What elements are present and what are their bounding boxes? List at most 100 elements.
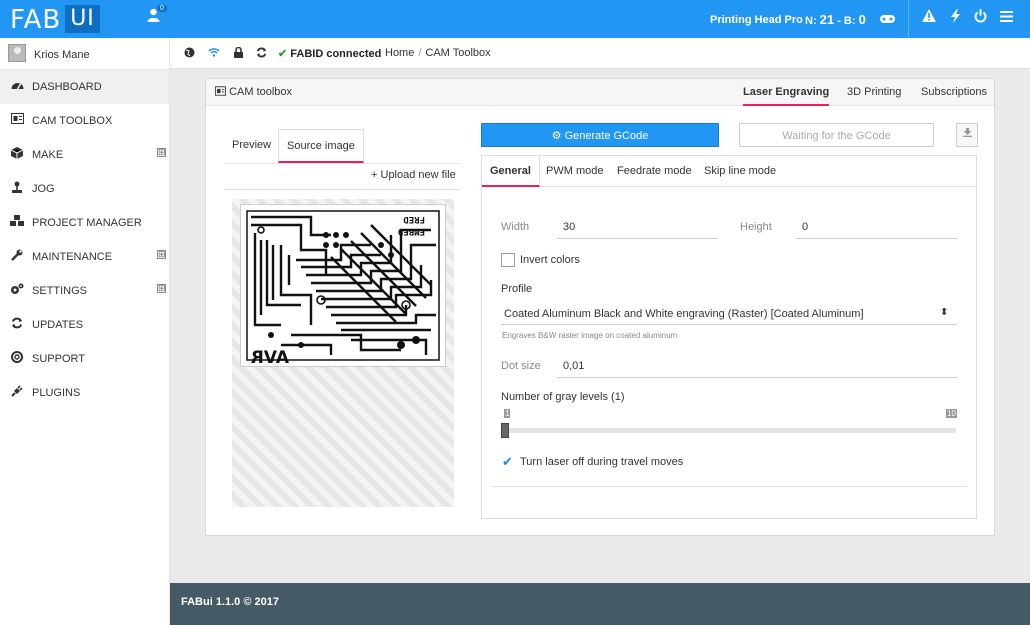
slider-max-label: 10: [946, 409, 957, 418]
lifebuoy-icon: [10, 351, 24, 366]
expand-icon[interactable]: ⊞: [157, 148, 166, 157]
user-profile[interactable]: Krios Mane: [0, 38, 169, 70]
laser-off-label[interactable]: Turn laser off during travel moves: [520, 456, 683, 468]
plus-icon: +: [371, 169, 378, 181]
cam-toolbox-panel: CAM toolbox Laser Engraving 3D Printing …: [205, 78, 995, 536]
cam-toolbox-icon: [215, 86, 226, 96]
joystick-icon: [10, 181, 24, 196]
sidebar-item-support[interactable]: SUPPORT: [0, 342, 169, 376]
gamepad-icon[interactable]: [880, 11, 895, 28]
sidebar-item-label: MAKE: [32, 149, 64, 161]
footer-text: FABui 1.1.0 © 2017: [181, 596, 279, 608]
source-image-area: FRED EMBED AVR: [232, 199, 454, 507]
height-input[interactable]: 0: [802, 221, 808, 233]
sidebar-item-plugins[interactable]: PLUGINS: [0, 376, 169, 410]
sidebar-item-dashboard[interactable]: DASHBOARD: [0, 70, 169, 104]
sidebar-item-make[interactable]: MAKE ⊞: [0, 138, 169, 172]
select-arrows-icon[interactable]: ⬍: [940, 307, 948, 318]
menu-hamburger-icon[interactable]: [1000, 9, 1013, 26]
gray-levels-slider[interactable]: [501, 428, 956, 433]
warning-icon[interactable]: [922, 9, 936, 26]
tab-general[interactable]: General: [482, 156, 540, 187]
slider-min-label: 1: [504, 409, 511, 418]
image-tabs: Preview Source image: [224, 129, 460, 164]
user-name: Krios Mane: [34, 49, 90, 61]
tab-subscriptions[interactable]: Subscriptions: [921, 86, 987, 98]
invert-colors-label[interactable]: Invert colors: [520, 254, 580, 266]
installed-head-name[interactable]: Printing Head Pro: [710, 14, 803, 26]
settings-box: General PWM mode Feedrate mode Skip line…: [481, 155, 977, 519]
svg-text:AVR: AVR: [251, 348, 289, 366]
profile-underline: [501, 324, 957, 325]
profile-hint: Engraves B&W raster image on coated alum…: [502, 331, 678, 340]
height-label: Height: [740, 221, 772, 233]
footer: FABui 1.1.0 © 2017: [170, 583, 1030, 625]
refresh-icon[interactable]: [256, 47, 267, 61]
wifi-icon[interactable]: [208, 47, 220, 60]
sidebar-item-updates[interactable]: UPDATES: [0, 308, 169, 342]
dashboard-icon: [10, 79, 24, 93]
profile-select[interactable]: Coated Aluminum Black and White engravin…: [504, 308, 864, 320]
sidebar-item-label: JOG: [32, 183, 55, 195]
sidebar-item-project-manager[interactable]: PROJECT MANAGER: [0, 206, 169, 240]
download-icon: [962, 128, 972, 137]
sidebar: Krios Mane DASHBOARD CAM TOOLBOX MAKE ⊞ …: [0, 38, 170, 625]
cube-icon: [10, 147, 24, 162]
tab-preview[interactable]: Preview: [224, 139, 279, 151]
breadcrumb-current: CAM Toolbox: [425, 47, 491, 59]
tab-feedrate-mode[interactable]: Feedrate mode: [617, 165, 692, 177]
notification-count: 0: [157, 5, 167, 12]
checkmark-icon[interactable]: ✔: [502, 454, 513, 470]
cogs-icon: [10, 283, 24, 298]
width-input[interactable]: 30: [563, 221, 575, 233]
fabid-status[interactable]: ✔ FABID connected: [278, 47, 381, 60]
check-icon: ✔: [278, 48, 288, 60]
dot-size-label: Dot size: [501, 360, 541, 372]
wrench-icon: [10, 249, 24, 264]
gear-icon: ⚙: [551, 130, 562, 142]
sidebar-item-maintenance[interactable]: MAINTENANCE ⊞: [0, 240, 169, 274]
width-label: Width: [501, 221, 530, 233]
sidebar-item-label: PROJECT MANAGER: [32, 217, 142, 229]
dot-size-input[interactable]: 0,01: [563, 360, 584, 372]
expand-icon[interactable]: ⊞: [157, 284, 166, 293]
tab-skip-line-mode[interactable]: Skip line mode: [704, 165, 776, 177]
svg-text:EMBED: EMBED: [397, 226, 425, 236]
sidebar-item-label: CAM TOOLBOX: [32, 115, 113, 127]
sidebar-item-label: SETTINGS: [32, 285, 88, 297]
sidebar-item-label: PLUGINS: [32, 387, 81, 399]
divider: [491, 486, 967, 487]
top-bar: FAB UI 0 Printing Head Pro N: 21 - B: 0: [0, 0, 1030, 38]
sidebar-item-jog[interactable]: JOG: [0, 172, 169, 206]
power-icon[interactable]: [974, 9, 987, 27]
cubes-icon: [10, 215, 24, 230]
panel-header: CAM toolbox Laser Engraving 3D Printing …: [206, 79, 994, 106]
sidebar-item-settings[interactable]: SETTINGS ⊞: [0, 274, 169, 308]
profile-label: Profile: [501, 283, 533, 295]
tab-pwm-mode[interactable]: PWM mode: [546, 165, 603, 177]
slider-handle[interactable]: [501, 423, 509, 438]
fabui-logo[interactable]: FAB UI: [10, 5, 100, 35]
height-underline: [796, 238, 957, 239]
invert-colors-checkbox[interactable]: [501, 253, 515, 267]
temperatures-readout[interactable]: N: 21 - B: 0: [805, 12, 866, 27]
breadcrumb-home[interactable]: Home: [385, 47, 414, 59]
dot-size-underline: [557, 377, 957, 378]
generate-gcode-button[interactable]: ⚙ Generate GCode: [481, 123, 719, 147]
avatar: [8, 44, 26, 62]
tab-source-image[interactable]: Source image: [278, 129, 364, 163]
panel-title: CAM toolbox: [215, 86, 292, 98]
emergency-bolt-icon[interactable]: [951, 9, 960, 27]
settings-tabs: General PWM mode Feedrate mode Skip line…: [482, 156, 976, 187]
waiting-gcode-button[interactable]: Waiting for the GCode: [739, 123, 934, 147]
download-button[interactable]: [956, 123, 978, 147]
svg-text:FRED: FRED: [403, 214, 425, 224]
upload-new-file-link[interactable]: + Upload new file: [371, 169, 456, 181]
tab-laser-engraving[interactable]: Laser Engraving: [743, 86, 830, 106]
expand-icon[interactable]: ⊞: [157, 250, 166, 259]
tab-3d-printing[interactable]: 3D Printing: [847, 86, 901, 98]
user-notifications-button[interactable]: 0: [147, 5, 167, 25]
lock-icon[interactable]: [234, 46, 243, 61]
globe-icon[interactable]: [184, 47, 195, 61]
sidebar-item-cam-toolbox[interactable]: CAM TOOLBOX: [0, 104, 169, 138]
